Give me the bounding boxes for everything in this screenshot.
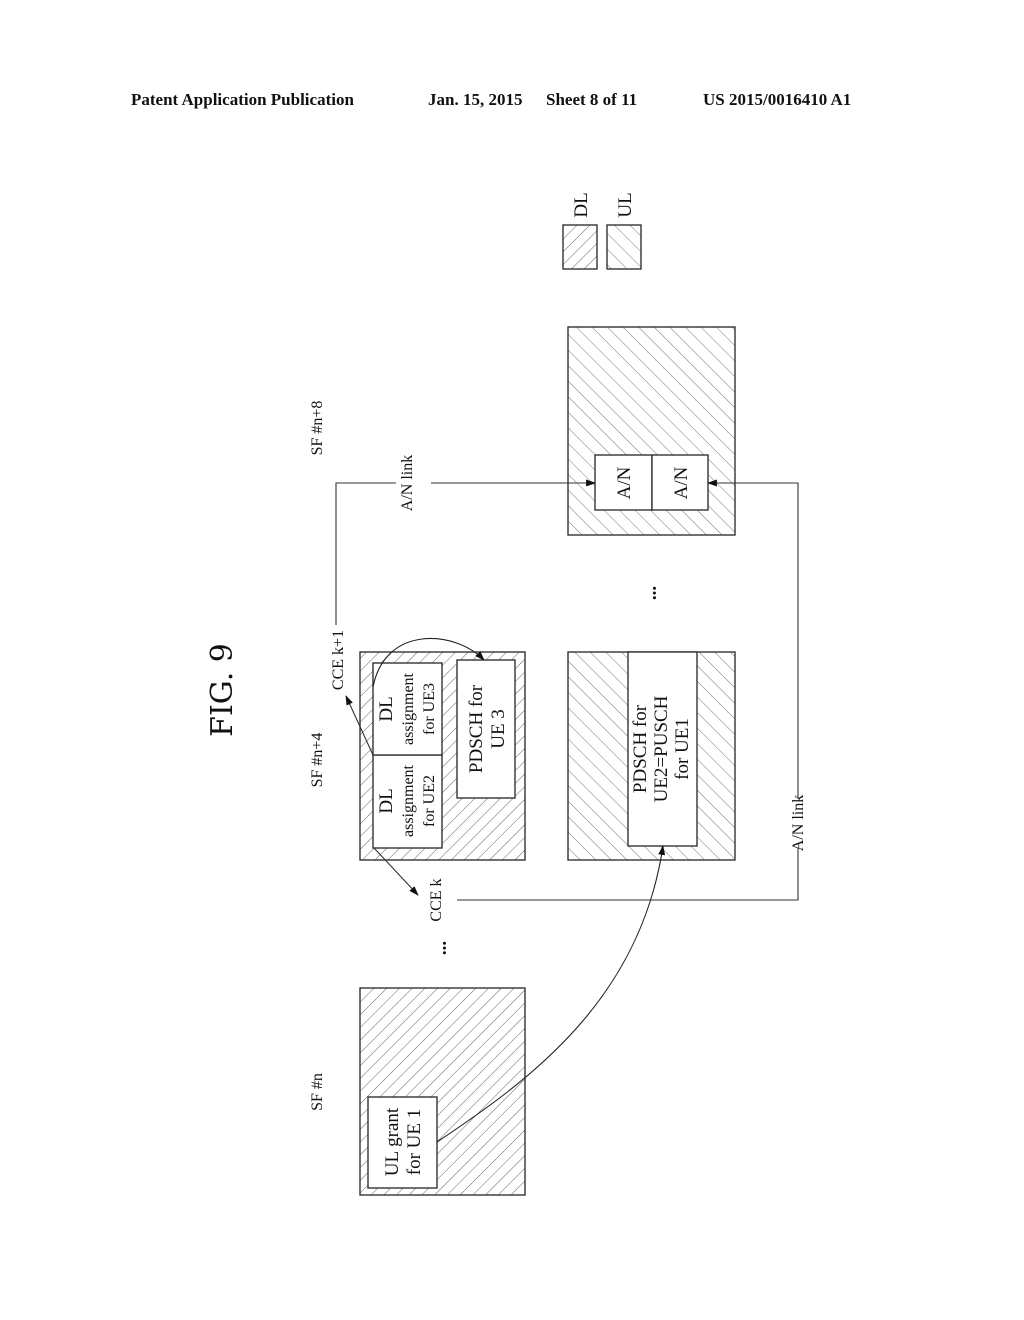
cce-k-label: CCE k — [428, 878, 445, 921]
block-label-line: DL — [376, 788, 397, 813]
legend-ul-swatch — [606, 224, 642, 270]
legend-ul-label: UL — [615, 192, 636, 217]
ellipsis-left: ... — [430, 941, 451, 955]
block-label-line: UE2=PUSCH — [651, 695, 672, 802]
block-label-line: PDSCH for — [630, 704, 651, 793]
an-link-bottom-label: A/N link — [790, 795, 807, 851]
figure-title: FIG. 9 — [205, 643, 240, 737]
block-label-line: for UE2 — [421, 775, 438, 827]
block-label-line: UL grant — [382, 1107, 403, 1176]
subframe-label: SF #n+8 — [309, 401, 326, 456]
figure-9-diagram: FIG. 9 DL UL SF #n UL grant for UE 1 SF … — [205, 192, 807, 1196]
subframe-sf-n4-ul: PDSCH for UE2=PUSCH for UE1 — [567, 651, 736, 861]
block-label-line: A/N — [614, 466, 635, 499]
block-label-line: assignment — [400, 764, 417, 837]
legend-dl-label: DL — [571, 192, 592, 217]
subframe-label: SF #n+4 — [309, 733, 326, 788]
block-label-line: A/N — [671, 466, 692, 499]
legend-dl-swatch — [562, 224, 598, 270]
legend: DL UL — [562, 192, 642, 270]
an-link-top-label: A/N link — [399, 455, 416, 511]
subframe-label: SF #n — [309, 1073, 326, 1111]
block-label-line: UE 3 — [488, 709, 509, 749]
block-label-line: for UE3 — [421, 683, 438, 735]
block-label-line: DL — [376, 696, 397, 721]
block-label-line: for UE 1 — [404, 1109, 425, 1175]
block-label-line: for UE1 — [672, 718, 693, 780]
subframe-sf-n: SF #n UL grant for UE 1 — [309, 987, 526, 1196]
an-link-top-path-1 — [335, 482, 396, 625]
subframe-sf-n8: SF #n+8 A/N A/N — [309, 326, 736, 536]
ellipsis-right: ... — [640, 586, 661, 600]
cce-k1-label: CCE k+1 — [330, 630, 347, 690]
block-label-line: PDSCH for — [466, 684, 487, 773]
block-label-line: assignment — [400, 672, 417, 745]
